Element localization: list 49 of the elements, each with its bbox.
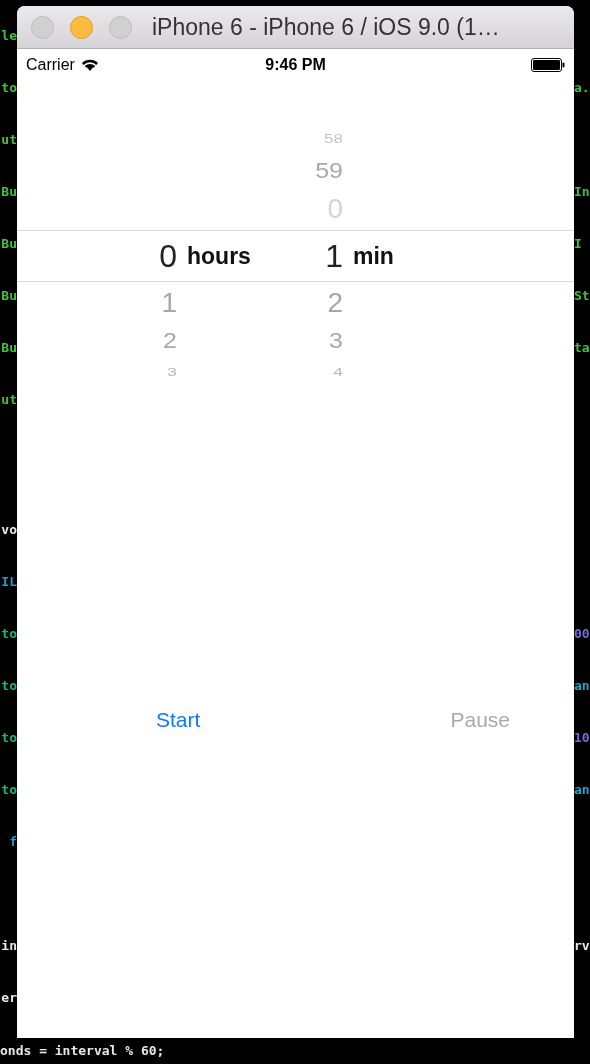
code-fragment: I (574, 236, 582, 251)
code-fragment: Bu (1, 236, 17, 251)
picker-item[interactable]: 4 (333, 366, 343, 378)
code-fragment: to (1, 782, 17, 797)
action-button[interactable]: Start (154, 706, 203, 734)
code-line: onds = interval % 60; (0, 1043, 165, 1058)
code-fragment: Bu (1, 288, 17, 303)
carrier-label: Carrier (26, 55, 75, 74)
picker-item[interactable]: 3 (329, 329, 343, 352)
code-fragment: an (574, 782, 590, 797)
picker-unit-label: min (353, 242, 394, 269)
status-time: 9:46 PM (265, 55, 326, 74)
code-fragment: Bu (1, 184, 17, 199)
battery-icon (531, 57, 565, 72)
code-fragment: vo (1, 522, 17, 537)
code-fragment: an (574, 678, 590, 693)
picker-item[interactable]: 3 (167, 366, 177, 378)
wifi-icon (80, 58, 99, 71)
code-fragment: IL (1, 574, 17, 589)
code-fragment: 00 (574, 626, 590, 641)
code-fragment: Bu (1, 340, 17, 355)
code-fragment: ut (1, 392, 17, 407)
window-control[interactable] (31, 15, 54, 39)
picker-item[interactable]: 59 (315, 159, 343, 182)
code-fragment: rv (574, 938, 590, 953)
picker-item[interactable]: 58 (324, 133, 343, 145)
code-fragment: to (1, 730, 17, 745)
picker-item[interactable]: 2 (163, 329, 177, 352)
code-fragment: ut (1, 132, 17, 147)
window-title: iPhone 6 - iPhone 6 / iOS 9.0 (1… (152, 13, 500, 41)
code-fragment: in (1, 938, 17, 953)
code-fragment: to (1, 626, 17, 641)
code-fragment: to (1, 80, 17, 95)
window-control[interactable] (70, 15, 93, 39)
code-fragment: ta (574, 340, 590, 355)
code-fragment: le (1, 28, 17, 43)
code-fragment: er (1, 990, 17, 1005)
picker-item[interactable]: 1 (161, 288, 177, 317)
code-fragment: 10 (574, 730, 590, 745)
picker-unit-label: hours (187, 242, 251, 269)
picker-item[interactable]: 1 (325, 240, 343, 272)
picker-item[interactable]: 0 (159, 240, 177, 272)
picker-item[interactable]: 2 (327, 288, 343, 317)
code-fragment: f (9, 834, 17, 849)
code-fragment: In (574, 184, 590, 199)
code-fragment: St (574, 288, 590, 303)
code-fragment: a. (574, 80, 590, 95)
window-control[interactable] (109, 15, 132, 39)
code-fragment: to (1, 678, 17, 693)
